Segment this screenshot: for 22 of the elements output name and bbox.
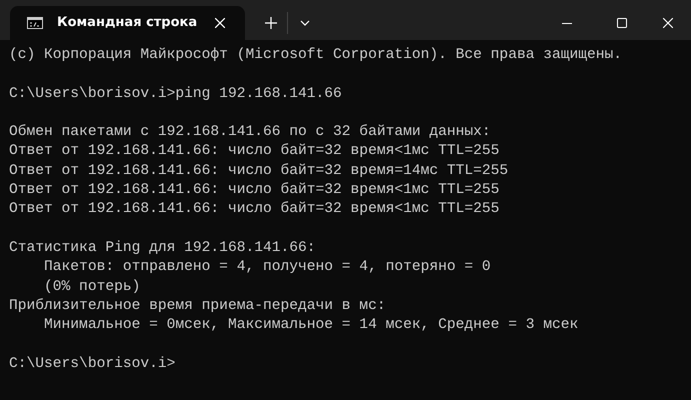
- terminal-line: Приблизительное время приема-передачи в мс:: [9, 296, 386, 316]
- close-icon[interactable]: [663, 18, 673, 28]
- terminal-line: Ответ от 192.168.141.66: число байт=32 время<1мс TTL=255: [9, 200, 500, 220]
- tab-title: Командная строка: [57, 14, 198, 32]
- terminal-line: Статистика Ping для 192.168.141.66:: [9, 238, 316, 258]
- terminal-line: Минимальное = 0мсек, Максимальное = 14 мсек, Среднее = 3 мсек: [43, 316, 578, 336]
- close-tab-icon[interactable]: [215, 18, 225, 28]
- terminal-line: C:\Users\borisov.i>: [9, 354, 176, 374]
- new-tab-icon[interactable]: [265, 17, 277, 29]
- terminal-line: Ответ от 192.168.141.66: число байт=32 время=14мс TTL=255: [9, 162, 508, 181]
- terminal-tab[interactable]: Командная строка: [10, 6, 245, 40]
- maximize-icon[interactable]: [617, 18, 627, 28]
- dropdown-icon[interactable]: [300, 20, 310, 26]
- terminal-line: (0% потерь): [43, 278, 140, 297]
- terminal-icon: [27, 17, 43, 29]
- terminal-line: Ответ от 192.168.141.66: число байт=32 время<1мс TTL=255: [9, 142, 500, 162]
- minimize-icon[interactable]: [562, 22, 572, 24]
- terminal-line: Пакетов: отправлено = 4, получено = 4, потеряно = 0: [43, 258, 491, 278]
- terminal-line: Обмен пакетами с 192.168.141.66 по с 32 байтами данных:: [9, 123, 491, 142]
- terminal-line: (c) Корпорация Майкрософт (Microsoft Corporation). Все права защищены.: [9, 46, 622, 65]
- terminal-line: C:\Users\borisov.i>ping 192.168.141.66: [9, 84, 342, 104]
- terminal-line: Ответ от 192.168.141.66: число байт=32 время<1мс TTL=255: [9, 181, 500, 200]
